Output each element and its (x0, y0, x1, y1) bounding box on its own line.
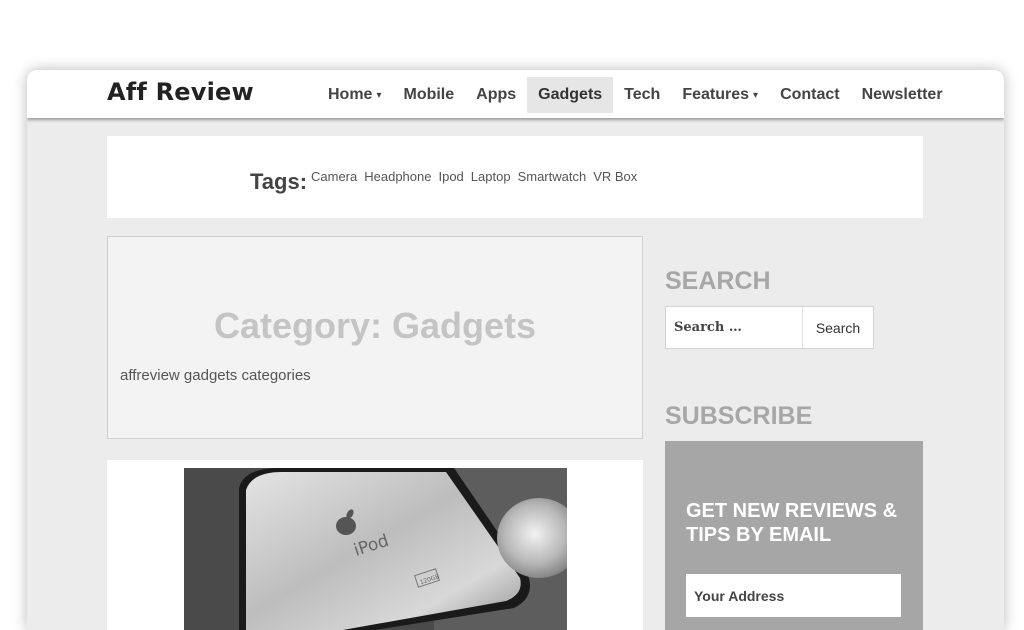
tags-list: Camera Headphone Ipod Laptop Smartwatch … (311, 169, 637, 184)
nav-item-gadgets[interactable]: Gadgets (527, 77, 614, 113)
search-input[interactable] (666, 307, 794, 348)
email-field[interactable] (686, 574, 901, 617)
post-card: iPod 120GB (107, 460, 643, 630)
nav-item-mobile[interactable]: Mobile (392, 77, 465, 113)
tag-link-laptop[interactable]: Laptop (471, 169, 511, 184)
nav-item-label: Gadgets (538, 86, 603, 103)
chevron-down-icon: ▾ (376, 90, 382, 101)
subscribe-widget: GET NEW REVIEWS & TIPS BY EMAIL (665, 441, 923, 630)
nav-item-home[interactable]: Home ▾ (317, 77, 392, 113)
chevron-down-icon: ▾ (753, 90, 759, 101)
nav-item-apps[interactable]: Apps (465, 77, 527, 113)
category-title: Category: Gadgets (213, 305, 537, 346)
main-nav: Home ▾ Mobile Apps Gadgets Tech Features ▾… (317, 77, 954, 113)
nav-item-label: Newsletter (861, 86, 943, 103)
nav-item-label: Apps (476, 86, 517, 103)
post-thumbnail[interactable]: iPod 120GB (184, 468, 567, 630)
tag-link-headphone[interactable]: Headphone (364, 169, 431, 184)
site-logo[interactable]: Aff Review (107, 78, 254, 106)
nav-item-tech[interactable]: Tech (613, 77, 671, 113)
nav-item-newsletter[interactable]: Newsletter (851, 77, 954, 113)
nav-item-label: Home (328, 86, 373, 103)
tag-link-vr-box[interactable]: VR Box (593, 169, 637, 184)
category-description: affreview gadgets categories (120, 367, 311, 384)
nav-item-label: Features (682, 86, 750, 103)
category-header: Category: Gadgets affreview gadgets cate… (107, 236, 643, 439)
nav-item-label: Tech (624, 86, 661, 103)
tag-link-smartwatch[interactable]: Smartwatch (518, 169, 587, 184)
nav-item-label: Contact (780, 86, 840, 103)
nav-item-label: Mobile (403, 86, 455, 103)
search-button[interactable]: Search (802, 307, 873, 348)
nav-item-contact[interactable]: Contact (769, 77, 851, 113)
subscribe-widget-title: SUBSCRIBE (665, 402, 813, 430)
tags-bar: Tags: Camera Headphone Ipod Laptop Smart… (107, 136, 923, 218)
browser-page: Aff Review Home ▾ Mobile Apps Gadgets Tec… (27, 70, 1004, 630)
tags-title: Tags: (250, 169, 308, 194)
tag-link-ipod[interactable]: Ipod (438, 169, 463, 184)
search-widget-title: SEARCH (665, 267, 771, 295)
site-header: Aff Review Home ▾ Mobile Apps Gadgets Tec… (27, 70, 1004, 118)
subscribe-heading: GET NEW REVIEWS & TIPS BY EMAIL (686, 500, 898, 546)
nav-item-features[interactable]: Features ▾ (671, 77, 769, 113)
tag-link-camera[interactable]: Camera (311, 169, 357, 184)
ipod-photo: iPod 120GB (184, 468, 567, 630)
search-form: Search (665, 306, 874, 349)
